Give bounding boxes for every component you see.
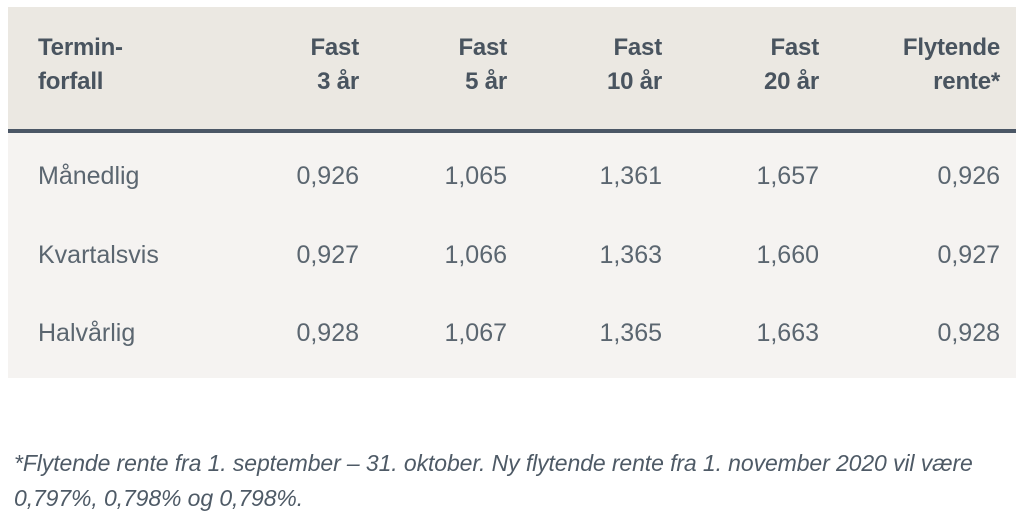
cell-kvartalsvis-fast3: 0,927 [238,215,375,295]
cell-halvarlig-flytende: 0,928 [835,294,1016,378]
cell-halvarlig-fast20: 1,663 [678,294,835,378]
table-header: Termin-forfall Fast 3 år Fast 5 år Fast 10 … [8,7,1016,134]
column-header-termin: Termin-forfall [8,7,238,134]
cell-halvarlig-fast5: 1,067 [375,294,523,378]
rate-table-container: Termin-forfall Fast 3 år Fast 5 år Fast 10 … [8,7,1016,378]
cell-manedlig-fast10: 1,361 [523,131,678,216]
row-label-kvartalsvis: Kvartalsvis [8,215,238,295]
column-header-fast5-line2: 5 år [465,68,507,96]
table-row: Kvartalsvis 0,927 1,066 1,363 1,660 0,92… [8,215,1016,295]
column-header-flytende-line2: rente* [933,68,1000,96]
cell-halvarlig-fast10: 1,365 [523,294,678,378]
column-header-fast5-line1: Fast [458,34,507,61]
rate-table: Termin-forfall Fast 3 år Fast 5 år Fast 10 … [8,7,1016,378]
column-header-fast3-line2: 3 år [317,68,359,96]
interest-rate-table-page: Termin-forfall Fast 3 år Fast 5 år Fast 10 … [0,0,1024,525]
column-header-fast20-line2: 20 år [763,68,819,96]
cell-manedlig-fast3: 0,926 [238,131,375,216]
footnote-text: *Flytende rente fra 1. september – 31. o… [14,450,973,511]
column-header-fast20-line1: Fast [770,34,819,61]
column-header-fast10: Fast 10 år [523,7,678,134]
column-header-fast10-line1: Fast [613,34,662,61]
row-label-halvarlig: Halvårlig [8,294,238,378]
row-label-manedlig: Månedlig [8,131,238,216]
cell-kvartalsvis-flytende: 0,927 [835,215,1016,295]
column-header-fast3-line1: Fast [310,34,359,61]
column-header-termin-line2: forfall [38,68,104,96]
cell-manedlig-fast5: 1,065 [375,131,523,216]
column-header-fast20: Fast 20 år [678,7,835,134]
header-row: Termin-forfall Fast 3 år Fast 5 år Fast 10 … [8,7,1016,134]
column-header-flytende: Flytende rente* [835,7,1016,134]
table-body: Månedlig 0,926 1,065 1,361 1,657 0,926 K… [8,131,1016,378]
column-header-flytende-line1: Flytende [902,34,1000,61]
cell-halvarlig-fast3: 0,928 [238,294,375,378]
cell-manedlig-flytende: 0,926 [835,131,1016,216]
column-header-termin-line1: Termin- [38,34,123,61]
cell-kvartalsvis-fast20: 1,660 [678,215,835,295]
table-row: Månedlig 0,926 1,065 1,361 1,657 0,926 [8,131,1016,216]
cell-manedlig-fast20: 1,657 [678,131,835,216]
cell-kvartalsvis-fast10: 1,363 [523,215,678,295]
cell-kvartalsvis-fast5: 1,066 [375,215,523,295]
column-header-fast5: Fast 5 år [375,7,523,134]
column-header-fast10-line2: 10 år [606,68,662,96]
column-header-fast3: Fast 3 år [238,7,375,134]
table-row: Halvårlig 0,928 1,067 1,365 1,663 0,928 [8,294,1016,378]
